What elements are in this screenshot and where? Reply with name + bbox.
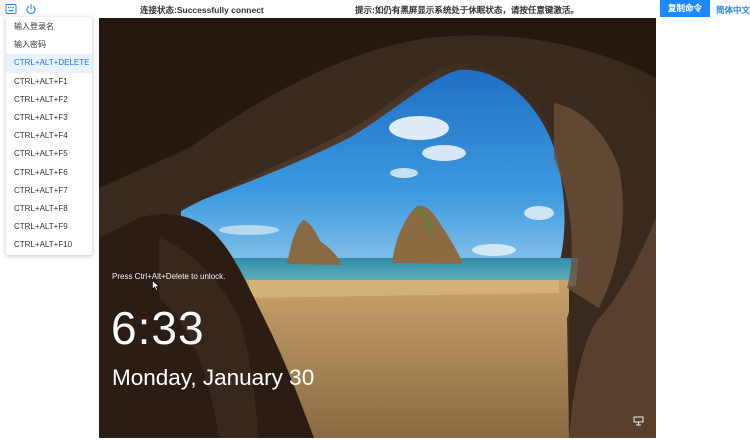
menu-item-password[interactable]: 输入密码 xyxy=(6,36,92,54)
key-command-menu: 输入登录名 输入密码 CTRL+ALT+DELETE CTRL+ALT+F1 C… xyxy=(6,17,92,256)
lockscreen-clock: 6:33 xyxy=(111,302,205,354)
menu-item-ctrl-alt-delete[interactable]: CTRL+ALT+DELETE xyxy=(6,54,92,73)
menu-item-ctrl-alt-f9[interactable]: CTRL+ALT+F9 xyxy=(6,218,92,236)
keyboard-icon[interactable] xyxy=(5,3,17,15)
menu-item-ctrl-alt-f4[interactable]: CTRL+ALT+F4 xyxy=(6,127,92,145)
menu-item-ctrl-alt-f2[interactable]: CTRL+ALT+F2 xyxy=(6,91,92,109)
lockscreen-date: Monday, January 30 xyxy=(112,365,315,390)
menu-item-ctrl-alt-f10[interactable]: CTRL+ALT+F10 xyxy=(6,236,92,254)
menu-item-ctrl-alt-f8[interactable]: CTRL+ALT+F8 xyxy=(6,200,92,218)
menu-item-ctrl-alt-f7[interactable]: CTRL+ALT+F7 xyxy=(6,182,92,200)
mouse-cursor-icon xyxy=(152,278,160,296)
menu-item-ctrl-alt-f1[interactable]: CTRL+ALT+F1 xyxy=(6,73,92,91)
ease-of-access-icon[interactable] xyxy=(633,413,644,431)
top-toolbar: 连接状态:Successfully connect 提示:如仍有黑屏显示系统处于… xyxy=(0,0,750,18)
menu-item-ctrl-alt-f5[interactable]: CTRL+ALT+F5 xyxy=(6,145,92,163)
menu-item-ctrl-alt-f3[interactable]: CTRL+ALT+F3 xyxy=(6,109,92,127)
copy-command-button[interactable]: 复制命令 xyxy=(660,0,710,17)
menu-item-ctrl-alt-f6[interactable]: CTRL+ALT+F6 xyxy=(6,164,92,182)
connection-status: 连接状态:Successfully connect xyxy=(140,5,264,15)
menu-item-login-name[interactable]: 输入登录名 xyxy=(6,18,92,36)
hint-text: 提示:如仍有黑屏显示系统处于休眠状态，请按任意键激活。 xyxy=(355,5,579,15)
language-selector[interactable]: 简体中文 xyxy=(716,4,750,16)
remote-desktop-screen[interactable]: Press Ctrl+Alt+Delete to unlock. 6:33 Mo… xyxy=(99,18,656,438)
unlock-prompt: Press Ctrl+Alt+Delete to unlock. xyxy=(112,272,226,281)
power-icon[interactable] xyxy=(25,3,37,15)
